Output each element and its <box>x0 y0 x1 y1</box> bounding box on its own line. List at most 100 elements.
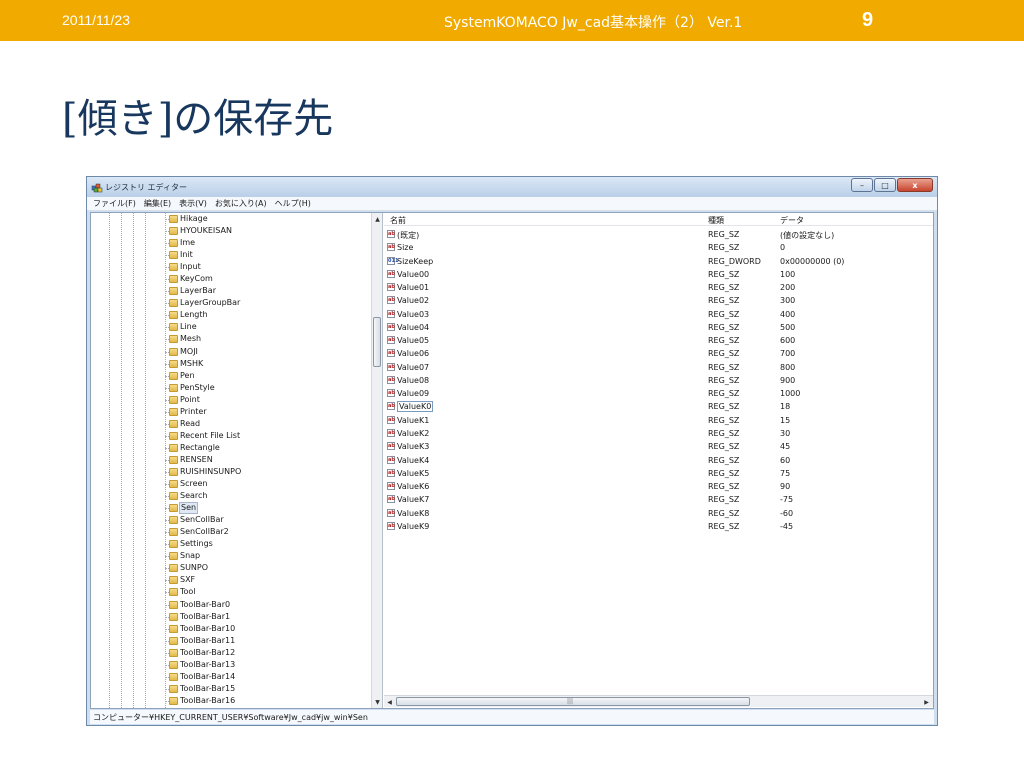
value-data: 200 <box>780 283 796 293</box>
tree-item[interactable]: SXF <box>91 574 371 586</box>
table-row[interactable]: ab Size REG_SZ 0 <box>384 241 933 254</box>
menu-edit[interactable]: 編集(E) <box>144 197 171 210</box>
close-button[interactable]: x <box>897 178 933 192</box>
window-controls: – □ x <box>850 178 933 192</box>
tree-item[interactable]: ToolBar-Bar10 <box>91 623 371 635</box>
tree-item[interactable]: Search <box>91 490 371 502</box>
string-value-icon: ab <box>387 269 395 278</box>
tree-item[interactable]: SenCollBar <box>91 514 371 526</box>
tree-item[interactable]: RENSEN <box>91 454 371 466</box>
column-name-header[interactable]: 名前 <box>390 215 406 226</box>
title-bar[interactable]: レジストリ エディター – □ x <box>87 177 937 197</box>
table-row[interactable]: ab Value01 REG_SZ 200 <box>384 281 933 294</box>
table-row[interactable]: ab ValueK2 REG_SZ 30 <box>384 427 933 440</box>
tree-item[interactable]: Pen <box>91 370 371 382</box>
table-row[interactable]: ab Value05 REG_SZ 600 <box>384 334 933 347</box>
table-row[interactable]: ab ValueK0 REG_SZ 18 <box>384 400 933 413</box>
tree-item[interactable]: PenStyle <box>91 382 371 394</box>
tree-item[interactable]: Recent File List <box>91 430 371 442</box>
table-row[interactable]: ab Value00 REG_SZ 100 <box>384 268 933 281</box>
menu-view[interactable]: 表示(V) <box>179 197 207 210</box>
value-name: Value09 <box>397 389 430 399</box>
column-data-header[interactable]: データ <box>780 215 804 226</box>
tree-item[interactable]: HYOUKEISAN <box>91 225 371 237</box>
table-row[interactable]: ab ValueK1 REG_SZ 15 <box>384 414 933 427</box>
table-row[interactable]: ab ValueK8 REG_SZ -60 <box>384 507 933 520</box>
tree-item[interactable]: ToolBar-Bar13 <box>91 659 371 671</box>
tree-item[interactable]: Line <box>91 321 371 333</box>
table-row[interactable]: ab ValueK5 REG_SZ 75 <box>384 467 933 480</box>
table-row[interactable]: ab (既定) REG_SZ (値の設定なし) <box>384 228 933 241</box>
tree-scrollbar[interactable]: ▲ ▼ <box>371 213 383 708</box>
tree-scroll-thumb[interactable] <box>373 317 381 367</box>
table-row[interactable]: ab Value07 REG_SZ 800 <box>384 361 933 374</box>
tree-item-label: ToolBar-Bar16 <box>180 695 236 705</box>
list-scroll-thumb[interactable]: ||| <box>396 697 750 706</box>
table-row[interactable]: ab Value09 REG_SZ 1000 <box>384 387 933 400</box>
tree-item[interactable]: Printer <box>91 406 371 418</box>
table-row[interactable]: ab Value03 REG_SZ 400 <box>384 308 933 321</box>
scroll-right-icon[interactable]: ▶ <box>921 696 932 708</box>
tree-item[interactable]: Screen <box>91 478 371 490</box>
tree-item[interactable]: MOJI <box>91 346 371 358</box>
string-value-icon: ab <box>387 415 395 424</box>
table-row[interactable]: ab Value04 REG_SZ 500 <box>384 321 933 334</box>
tree-item[interactable]: Input <box>91 261 371 273</box>
tree-item-label: Screen <box>180 479 208 489</box>
table-row[interactable]: ab ValueK4 REG_SZ 60 <box>384 454 933 467</box>
table-row[interactable]: 011 SizeKeep REG_DWORD 0x00000000 (0) <box>384 255 933 268</box>
tree-item[interactable]: Hikage <box>91 213 371 225</box>
tree-item[interactable]: Read <box>91 418 371 430</box>
tree-item[interactable]: LayerBar <box>91 285 371 297</box>
tree-item[interactable]: SUNPO <box>91 562 371 574</box>
value-data: 15 <box>780 415 791 425</box>
scroll-down-icon[interactable]: ▼ <box>372 696 383 708</box>
tree-item[interactable]: Length <box>91 309 371 321</box>
tree-item[interactable]: ToolBar-Bar0 <box>91 599 371 611</box>
table-row[interactable]: ab Value06 REG_SZ 700 <box>384 347 933 360</box>
minimize-button[interactable]: – <box>851 178 873 192</box>
tree-item[interactable]: Settings <box>91 538 371 550</box>
column-type-header[interactable]: 種類 <box>708 215 724 226</box>
tree-item[interactable]: RUISHINSUNPO <box>91 466 371 478</box>
tree-item[interactable]: SenCollBar2 <box>91 526 371 538</box>
tree-item[interactable]: Point <box>91 394 371 406</box>
tree-item[interactable]: Snap <box>91 550 371 562</box>
value-data: 45 <box>780 442 791 452</box>
table-row[interactable]: ab ValueK6 REG_SZ 90 <box>384 480 933 493</box>
table-row[interactable]: ab ValueK7 REG_SZ -75 <box>384 493 933 506</box>
menu-favorites[interactable]: お気に入り(A) <box>215 197 267 210</box>
tree-item[interactable]: Init <box>91 249 371 261</box>
maximize-button[interactable]: □ <box>874 178 896 192</box>
tree-item[interactable]: ToolBar-Bar12 <box>91 647 371 659</box>
table-row[interactable]: ab ValueK9 REG_SZ -45 <box>384 520 933 533</box>
table-row[interactable]: ab Value02 REG_SZ 300 <box>384 294 933 307</box>
key-tree[interactable]: Hikage HYOUKEISAN Ime Init Input KeyCom LayerB… <box>91 213 371 708</box>
value-type: REG_SZ <box>708 296 740 306</box>
tree-item[interactable]: Tool <box>91 586 371 598</box>
tree-item[interactable]: LayerGroupBar <box>91 297 371 309</box>
tree-item[interactable]: Mesh <box>91 333 371 345</box>
table-row[interactable]: ab ValueK3 REG_SZ 45 <box>384 440 933 453</box>
list-horizontal-scrollbar[interactable]: ◀ ||| ▶ <box>384 695 933 707</box>
value-data: 90 <box>780 482 791 492</box>
tree-item[interactable]: ToolBar-Bar16 <box>91 695 371 707</box>
tree-item-label: ToolBar-Bar10 <box>180 623 236 633</box>
tree-item[interactable]: ToolBar-Bar11 <box>91 635 371 647</box>
tree-item[interactable]: ToolBar-Bar14 <box>91 671 371 683</box>
tree-item[interactable]: Ime <box>91 237 371 249</box>
tree-item-label: Search <box>180 491 208 501</box>
tree-item-label: SUNPO <box>180 563 209 573</box>
menu-help[interactable]: ヘルプ(H) <box>275 197 311 210</box>
string-value-icon: ab <box>387 508 395 517</box>
menu-file[interactable]: ファイル(F) <box>93 197 136 210</box>
tree-item[interactable]: ToolBar-Bar1 <box>91 611 371 623</box>
table-row[interactable]: ab Value08 REG_SZ 900 <box>384 374 933 387</box>
scroll-up-icon[interactable]: ▲ <box>372 213 383 225</box>
tree-item[interactable]: ToolBar-Bar15 <box>91 683 371 695</box>
tree-item[interactable]: KeyCom <box>91 273 371 285</box>
tree-item[interactable]: Sen <box>91 502 371 515</box>
tree-item[interactable]: Rectangle <box>91 442 371 454</box>
tree-item[interactable]: MSHK <box>91 358 371 370</box>
scroll-left-icon[interactable]: ◀ <box>384 696 395 708</box>
